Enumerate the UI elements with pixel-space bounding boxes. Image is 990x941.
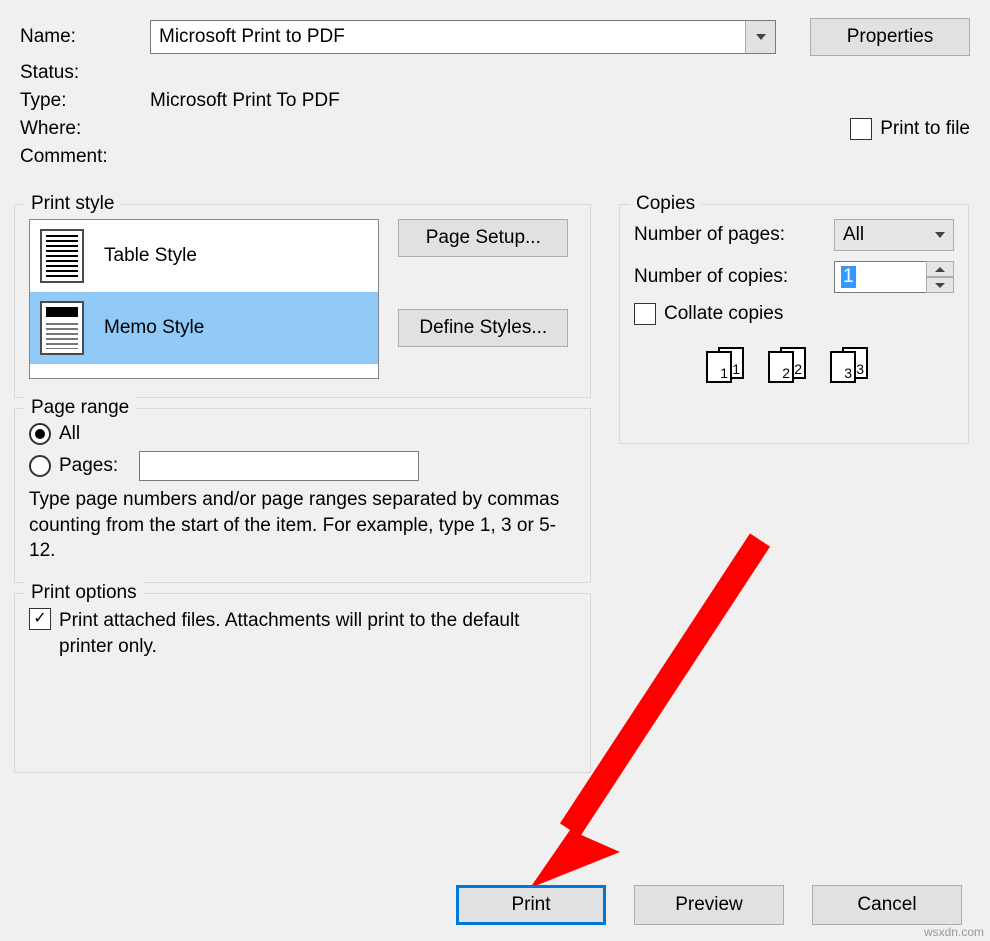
num-pages-label: Number of pages: (634, 224, 834, 246)
collate-page: 2 (768, 351, 794, 383)
collate-checkbox[interactable] (634, 303, 656, 325)
style-item-label: Memo Style (104, 317, 204, 339)
num-copies-label: Number of copies: (634, 266, 834, 288)
style-item-memo[interactable]: Memo Style (30, 292, 378, 364)
print-attached-label: Print attached files. Attachments will p… (59, 608, 576, 659)
memo-style-icon (40, 301, 84, 355)
style-item-label: Table Style (104, 245, 197, 267)
print-to-file-label: Print to file (880, 118, 970, 140)
copies-legend: Copies (630, 193, 701, 215)
style-item-table[interactable]: Table Style (30, 220, 378, 292)
page-range-group: Page range All Pages: Type page numbers … (14, 408, 591, 583)
print-style-group: Print style Table Style Memo Style Page … (14, 204, 591, 398)
print-attached-checkbox[interactable] (29, 608, 51, 630)
num-copies-input[interactable]: 1 (834, 261, 926, 293)
page-range-hint: Type page numbers and/or page ranges sep… (29, 487, 576, 564)
print-options-group: Print options Print attached files. Atta… (14, 593, 591, 773)
collate-label: Collate copies (664, 303, 783, 325)
print-button[interactable]: Print (456, 885, 606, 925)
num-pages-select[interactable]: All (834, 219, 954, 251)
preview-button[interactable]: Preview (634, 885, 784, 925)
print-options-legend: Print options (25, 582, 143, 604)
print-to-file-checkbox[interactable] (850, 118, 872, 140)
page-range-legend: Page range (25, 397, 135, 419)
page-range-pages-label: Pages: (59, 455, 139, 477)
watermark: wsxdn.com (924, 925, 984, 939)
printer-name-label: Name: (20, 26, 150, 48)
spinner-up-icon[interactable] (926, 261, 954, 277)
page-range-all-label: All (59, 423, 80, 445)
print-style-legend: Print style (25, 193, 120, 215)
page-range-all-radio[interactable] (29, 423, 51, 445)
copies-group: Copies Number of pages: All Number of co… (619, 204, 969, 444)
cancel-button[interactable]: Cancel (812, 885, 962, 925)
num-pages-value: All (843, 224, 864, 246)
type-value: Microsoft Print To PDF (150, 90, 340, 112)
type-label: Type: (20, 90, 150, 112)
where-label: Where: (20, 118, 150, 140)
collate-preview: 11 22 33 (704, 347, 954, 387)
page-setup-button[interactable]: Page Setup... (398, 219, 568, 257)
properties-button[interactable]: Properties (810, 18, 970, 56)
printer-section: Name: Microsoft Print to PDF Properties … (0, 0, 990, 182)
print-style-list[interactable]: Table Style Memo Style (29, 219, 379, 379)
comment-label: Comment: (20, 146, 150, 168)
num-copies-spinner[interactable]: 1 (834, 261, 954, 293)
page-range-pages-input[interactable] (139, 451, 419, 481)
collate-page: 1 (706, 351, 732, 383)
status-label: Status: (20, 62, 150, 84)
chevron-down-icon[interactable] (745, 21, 775, 53)
dialog-buttons: Print Preview Cancel (0, 885, 990, 925)
table-style-icon (40, 229, 84, 283)
printer-name-value: Microsoft Print to PDF (159, 26, 345, 48)
printer-name-select[interactable]: Microsoft Print to PDF (150, 20, 776, 54)
collate-page: 3 (830, 351, 856, 383)
spinner-down-icon[interactable] (926, 277, 954, 293)
define-styles-button[interactable]: Define Styles... (398, 309, 568, 347)
page-range-pages-radio[interactable] (29, 455, 51, 477)
